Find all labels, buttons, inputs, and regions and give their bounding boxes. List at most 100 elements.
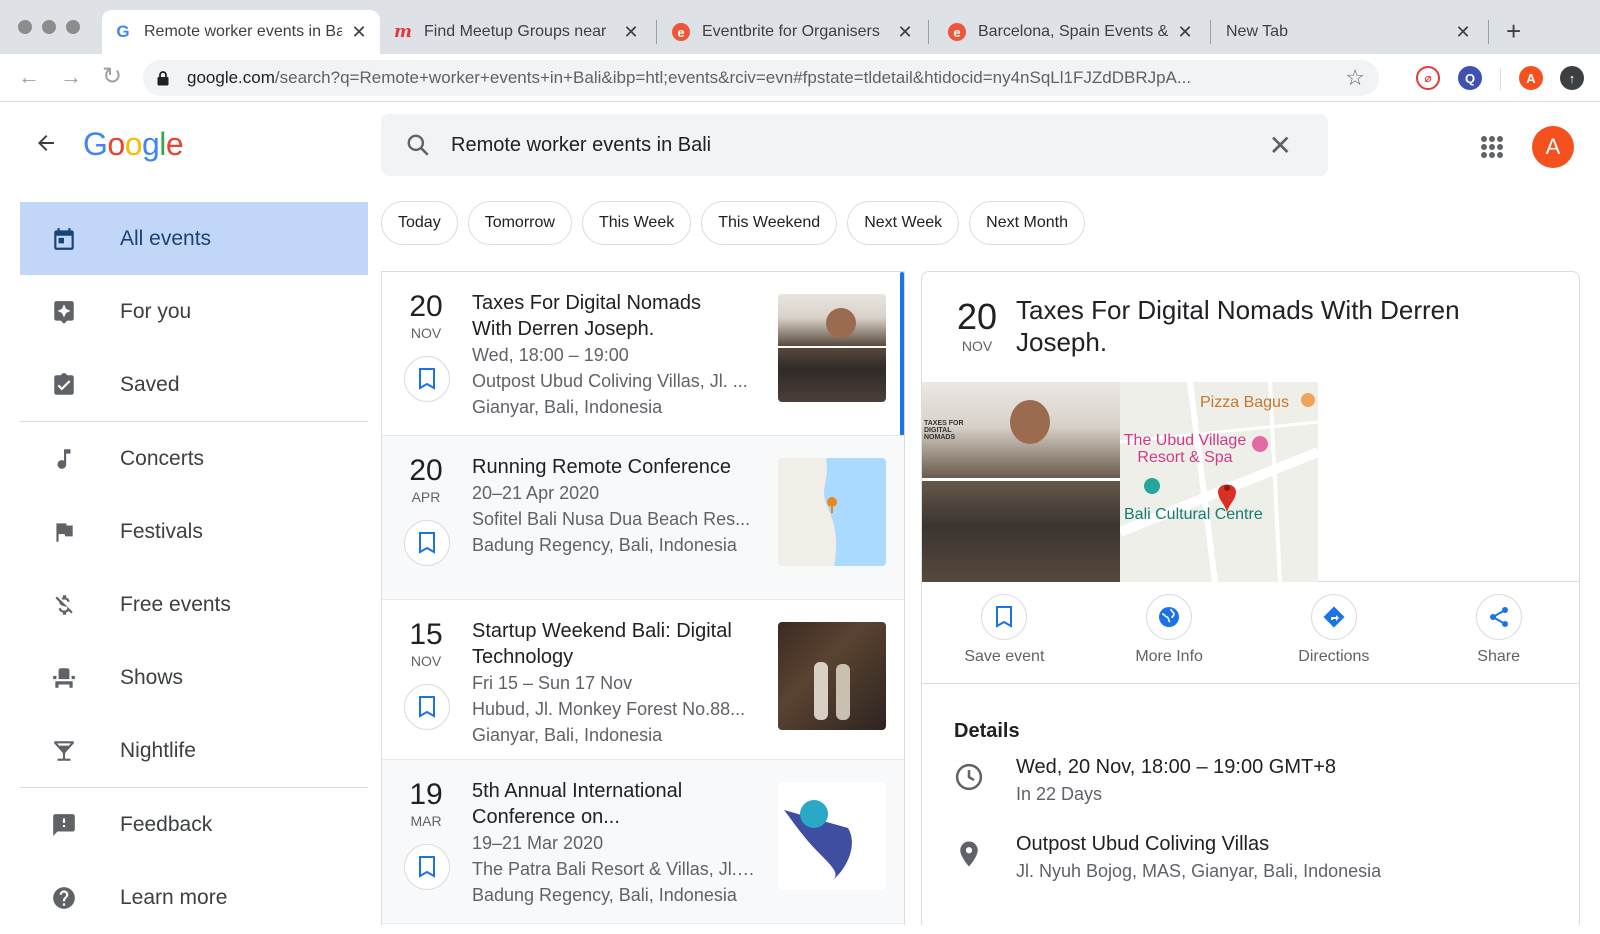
google-logo[interactable]: Google — [83, 126, 184, 163]
event-venue: Sofitel Bali Nusa Dua Beach Res... — [472, 509, 751, 529]
globe-icon — [1159, 607, 1180, 627]
event-month: APR — [411, 489, 441, 505]
chip-next-week[interactable]: Next Week — [847, 201, 960, 245]
event-card[interactable]: 20 NOV Taxes For Digital Nomads With Der… — [382, 272, 904, 436]
sidebar-item-feedback[interactable]: Feedback — [20, 788, 368, 861]
sidebar-item-saved[interactable]: Saved — [20, 348, 368, 421]
event-card[interactable]: 19 MAR 5th Annual International Conferen… — [382, 760, 904, 924]
bookmark-button[interactable] — [404, 356, 450, 402]
url-path: /search?q=Remote+worker+events+in+Bali&i… — [274, 68, 1192, 87]
action-label: Share — [1477, 648, 1520, 665]
sidebar-item-for-you[interactable]: For you — [20, 275, 368, 348]
event-card[interactable]: 20 APR Running Remote Conference 20–21 A… — [382, 436, 904, 600]
chip-next-month[interactable]: Next Month — [969, 201, 1085, 245]
chip-tomorrow[interactable]: Tomorrow — [467, 201, 572, 245]
close-icon[interactable]: ✕ — [1176, 22, 1194, 43]
sidebar-item-concerts[interactable]: Concerts — [20, 422, 368, 495]
clear-search-icon[interactable]: ✕ — [1269, 129, 1292, 162]
address-bar[interactable]: google.com /search?q=Remote+worker+event… — [143, 60, 1379, 96]
tab-separator — [656, 20, 657, 44]
browser-tab[interactable]: m Find Meetup Groups near ✕ — [382, 10, 652, 54]
chip-this-weekend[interactable]: This Weekend — [701, 201, 838, 245]
bookmark-button[interactable] — [404, 684, 450, 730]
event-location: Gianyar, Bali, Indonesia — [472, 725, 663, 745]
close-icon[interactable]: ✕ — [622, 22, 640, 43]
save-event-button[interactable]: Save event — [922, 594, 1087, 683]
sidebar-item-shows[interactable]: Shows — [20, 641, 368, 714]
apps-grid-icon[interactable] — [1481, 136, 1503, 158]
event-poster-image[interactable]: TAXES FOR DIGITAL NOMADS — [922, 382, 1120, 582]
poster-caption: TAXES FOR DIGITAL NOMADS — [924, 420, 964, 441]
bookmark-icon — [419, 856, 435, 878]
bookmark-button[interactable] — [404, 844, 450, 890]
bookmark-icon — [419, 368, 435, 390]
sidebar-item-nightlife[interactable]: Nightlife — [20, 714, 368, 787]
browser-tab[interactable]: e Barcelona, Spain Events & ✕ — [936, 10, 1206, 54]
avatar-initial: A — [1545, 134, 1561, 159]
window-minimize-button[interactable] — [42, 20, 56, 34]
profile-avatar[interactable]: A — [1519, 66, 1543, 90]
extension-icon[interactable]: ⌀ — [1416, 66, 1440, 90]
detail-media: TAXES FOR DIGITAL NOMADS Pizza Bagus The… — [922, 382, 1579, 582]
browser-tab[interactable]: e Eventbrite for Organisers ✕ — [660, 10, 926, 54]
event-title: Conference on... — [472, 806, 620, 828]
event-day: 19 — [409, 778, 443, 811]
back-arrow-icon[interactable] — [34, 130, 58, 162]
action-label: Save event — [964, 648, 1045, 665]
event-map[interactable]: Pizza Bagus The Ubud Village Resort & Sp… — [1120, 382, 1318, 582]
browser-tab[interactable]: New Tab ✕ — [1214, 10, 1484, 54]
sidebar-item-all-events[interactable]: All events — [20, 202, 368, 275]
share-button[interactable]: Share — [1416, 594, 1579, 683]
chip-this-week[interactable]: This Week — [581, 201, 692, 245]
browser-tab-active[interactable]: G Remote worker events in Bali ✕ — [102, 10, 380, 54]
sparkle-icon — [48, 299, 80, 325]
bookmark-star-icon[interactable]: ☆ — [1345, 65, 1365, 91]
account-avatar[interactable]: A — [1532, 126, 1574, 168]
reload-icon[interactable]: ↻ — [102, 62, 122, 91]
google-g-icon: G — [116, 22, 130, 41]
sidebar-item-label: Concerts — [120, 446, 205, 470]
bookmark-button[interactable] — [404, 520, 450, 566]
meetup-icon: m — [394, 22, 412, 42]
event-card[interactable]: 15 NOV Startup Weekend Bali: Digital Tec… — [382, 600, 904, 760]
window-zoom-button[interactable] — [66, 20, 80, 34]
back-icon[interactable]: ← — [18, 64, 40, 90]
search-box[interactable]: Remote worker events in Bali ✕ — [381, 114, 1328, 176]
forward-icon[interactable]: → — [60, 64, 82, 90]
event-venue-name[interactable]: Outpost Ubud Coliving Villas — [1016, 833, 1269, 856]
calendar-icon — [48, 226, 80, 252]
sidebar-item-label: Nightlife — [120, 738, 196, 762]
action-label: Directions — [1298, 648, 1370, 665]
action-label: More Info — [1135, 648, 1203, 665]
more-info-button[interactable]: More Info — [1087, 594, 1252, 683]
event-location: Badung Regency, Bali, Indonesia — [472, 535, 737, 555]
update-icon[interactable]: ↑ — [1560, 66, 1584, 90]
tab-title: Find Meetup Groups near — [424, 23, 607, 40]
tab-title: New Tab — [1226, 23, 1288, 40]
close-icon[interactable]: ✕ — [350, 22, 368, 43]
sidebar-item-free-events[interactable]: Free events — [20, 568, 368, 641]
tab-separator — [928, 20, 929, 44]
search-input[interactable]: Remote worker events in Bali — [451, 134, 1269, 157]
close-icon[interactable]: ✕ — [1454, 22, 1472, 43]
location-pin-icon — [960, 841, 978, 867]
extension-q-icon[interactable]: Q — [1458, 66, 1482, 90]
event-time: 19–21 Mar 2020 — [472, 833, 604, 853]
new-tab-button[interactable]: + — [1506, 16, 1521, 47]
profile-initial: A — [1526, 70, 1536, 86]
sidebar-item-label: Saved — [120, 372, 180, 396]
chip-today[interactable]: Today — [381, 201, 458, 245]
sidebar-item-festivals[interactable]: Festivals — [20, 495, 368, 568]
event-day: 20 — [409, 454, 443, 487]
event-title: Technology — [472, 646, 574, 668]
close-icon[interactable]: ✕ — [896, 22, 914, 43]
browser-tab-strip: G Remote worker events in Bali ✕ m Find … — [0, 0, 1600, 54]
window-close-button[interactable] — [18, 20, 32, 34]
event-list: 20 NOV Taxes For Digital Nomads With Der… — [381, 271, 905, 925]
search-icon[interactable] — [405, 132, 431, 158]
event-title: Taxes For Digital Nomads — [472, 292, 701, 314]
tab-title: Eventbrite for Organisers — [702, 23, 880, 40]
detail-actions: Save event More Info Directions Share — [922, 594, 1579, 684]
directions-button[interactable]: Directions — [1252, 594, 1417, 683]
sidebar-item-learn-more[interactable]: Learn more — [20, 861, 368, 934]
